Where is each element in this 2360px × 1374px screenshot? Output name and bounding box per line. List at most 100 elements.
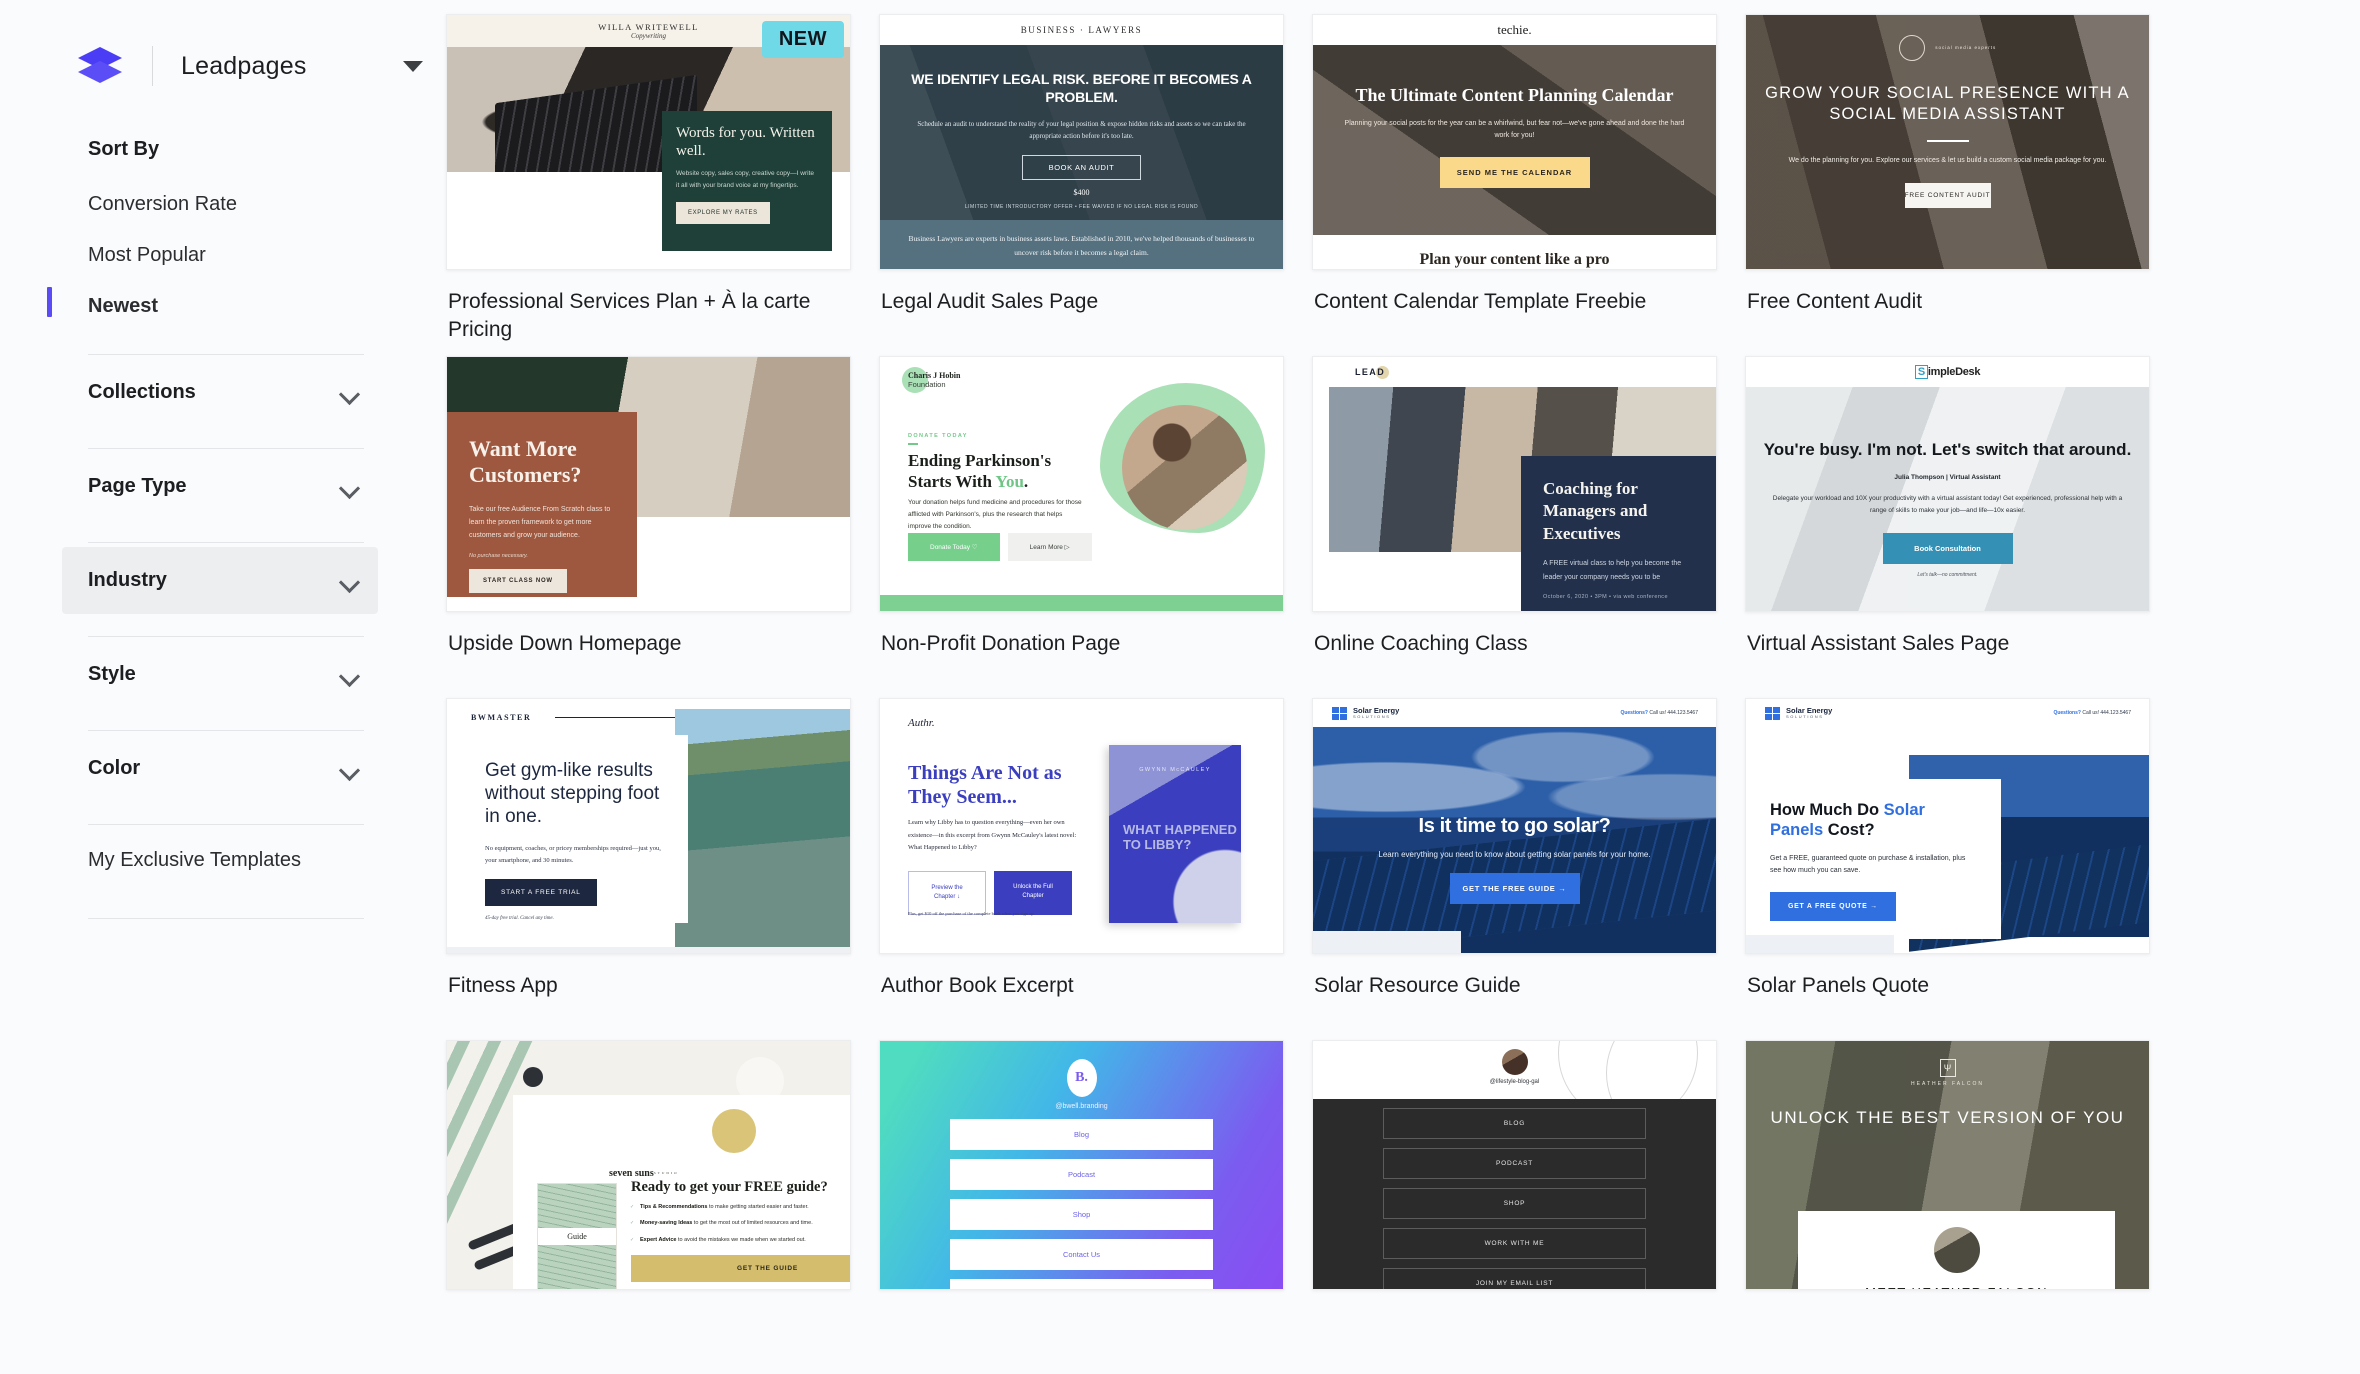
preview-phone: Questions? Call us! 444.123.5467 [2053,710,2131,716]
preview-logo: Charis J Hobin [908,371,960,380]
preview-headline: Get gym-like results without stepping fo… [485,759,666,829]
template-card[interactable]: social media experts GROW YOUR SOCIAL PR… [1745,14,2150,356]
template-title: Virtual Assistant Sales Page [1745,612,2150,698]
preview-logo: BWMASTER [471,713,531,722]
template-thumbnail[interactable]: seven sunsSTUDIO Guide Ready to get your… [446,1040,851,1290]
preview-avatar [1934,1227,1980,1273]
template-card[interactable]: NEW WILLA WRITEWELL Copywriting Words fo… [446,14,851,356]
template-card[interactable]: @lifestyle-blog-gal BLOG PODCAST SHOP WO… [1312,1040,1717,1290]
template-thumbnail[interactable]: BWMASTER Get gym-like results without st… [446,698,851,954]
preview-cta: EXPLORE MY RATES [676,202,770,224]
template-card[interactable]: Solar EnergySOLUTIONS Questions? Call us… [1745,698,2150,1040]
preview-handle: @bwell.branding [880,1103,1283,1110]
sidebar-item-my-exclusive-templates[interactable]: My Exclusive Templates [76,825,364,896]
preview-hero-panel: How Much Do Solar Panels Cost? Get a FRE… [1746,779,2001,939]
accordion-color[interactable]: Color [62,735,378,802]
template-thumbnail[interactable]: Ψ HEATHER FALCON UNLOCK THE BEST VERSION… [1745,1040,2150,1290]
preview-body: Your donation helps fund medicine and pr… [908,497,1083,533]
template-card[interactable]: SimpleDesk You're busy. I'm not. Let's s… [1745,356,2150,698]
preview-logo-icon [1331,706,1348,720]
template-thumbnail[interactable]: Authr. Things Are Not as They Seem... Le… [879,698,1284,954]
preview-logo-sub: Copywriting [631,32,666,40]
accordion-style[interactable]: Style [62,641,378,708]
caret-down-icon[interactable] [403,61,423,72]
template-card[interactable]: Want More Customers? Take our free Audie… [446,356,851,698]
template-thumbnail[interactable]: NEW WILLA WRITEWELL Copywriting Words fo… [446,14,851,270]
sort-option-conversion-rate[interactable]: Conversion Rate [76,179,364,230]
template-card[interactable]: Charis J Hobin Foundation DONATE TODAY E… [879,356,1284,698]
preview-cta-primary: Preview the Chapter ↓ [908,871,986,915]
preview-link: Contact Us [950,1239,1213,1270]
template-card[interactable]: Ψ HEATHER FALCON UNLOCK THE BEST VERSION… [1745,1040,2150,1290]
preview-headline: You're busy. I'm not. Let's switch that … [1746,439,2149,460]
preview-fine-print: Plus, get $10 off the purchase of the co… [908,911,1035,916]
preview-link: Blog [950,1119,1213,1150]
template-title: Content Calendar Template Freebie [1312,270,1717,356]
accordion-page-type[interactable]: Page Type [62,453,378,520]
template-title: Solar Resource Guide [1312,954,1717,1040]
template-card[interactable]: BUSINESS · LAWYERS Business Lawyers are … [879,14,1284,356]
template-card[interactable]: BWMASTER Get gym-like results without st… [446,698,851,1040]
accordion-label: Industry [74,569,167,592]
accordion-collections[interactable]: Collections [62,359,378,426]
preview-headline: Is it time to go solar? [1313,727,1716,838]
preview-note: No purchase necessary. [469,553,615,559]
template-card[interactable]: seven sunsSTUDIO Guide Ready to get your… [446,1040,851,1290]
divider [88,542,364,543]
preview-headline: Things Are Not as They Seem... [908,761,1088,810]
preview-fine-print: LIMITED TIME INTRODUCTORY OFFER • FEE WA… [880,204,1283,210]
preview-link: Join our Email List [950,1279,1213,1290]
preview-headline: Ending Parkinson's Starts With You. [908,451,1098,492]
preview-cta: BOOK AN AUDIT [1022,155,1142,180]
template-thumbnail[interactable]: Solar EnergySOLUTIONS Questions? Call us… [1312,698,1717,954]
template-title: Fitness App [446,954,851,1040]
template-thumbnail[interactable]: Solar EnergySOLUTIONS Questions? Call us… [1745,698,2150,954]
sort-option-most-popular[interactable]: Most Popular [76,230,364,281]
accordion-industry[interactable]: Industry [62,547,378,614]
template-thumbnail[interactable]: B. @bwell.branding Blog Podcast Shop Con… [879,1040,1284,1290]
template-thumbnail[interactable]: LEAD Coaching for Managers and Executive… [1312,356,1717,612]
preview-eyebrow: DONATE TODAY [908,433,968,439]
preview-logo: LEAD [1355,367,1385,377]
preview-photo [1122,405,1247,530]
chevron-down-icon [340,387,360,399]
template-card[interactable]: techie. Plan your content like a pro The… [1312,14,1717,356]
preview-cta: Book Consultation [1883,533,2013,564]
preview-logo-block: Charis J Hobin Foundation [908,371,960,389]
sidebar: Leadpages Sort By Conversion Rate Most P… [0,0,440,1374]
preview-book-cover: GWYNN McCAULEY WHAT HAPPENED TO LIBBY? [1109,745,1241,923]
preview-guide-label: Guide [538,1228,616,1245]
preview-link: PODCAST [1383,1148,1646,1179]
preview-link: BLOG [1383,1108,1646,1139]
template-thumbnail[interactable]: BUSINESS · LAWYERS Business Lawyers are … [879,14,1284,270]
template-title: Solar Panels Quote [1745,954,2150,1040]
template-card[interactable]: LEAD Coaching for Managers and Executive… [1312,356,1717,698]
template-thumbnail[interactable]: SimpleDesk You're busy. I'm not. Let's s… [1745,356,2150,612]
template-thumbnail[interactable]: @lifestyle-blog-gal BLOG PODCAST SHOP WO… [1312,1040,1717,1290]
template-card[interactable]: Solar EnergySOLUTIONS Questions? Call us… [1312,698,1717,1040]
preview-hero-panel: Get gym-like results without stepping fo… [463,735,688,923]
preview-logo-sub: Foundation [908,380,960,389]
preview-avatar [1502,1049,1528,1075]
preview-hero-panel: Words for you. Written well. Website cop… [662,111,832,251]
preview-book-author: GWYNN McCAULEY [1109,767,1241,773]
preview-section: MEET HEATHER FALCON [1798,1211,2115,1289]
preview-photo [675,709,850,953]
preview-logo: HEATHER FALCON [1746,1081,2149,1087]
sort-option-newest[interactable]: Newest [76,281,364,332]
preview-body: Website copy, sales copy, creative copy—… [676,168,818,191]
template-thumbnail[interactable]: Charis J Hobin Foundation DONATE TODAY E… [879,356,1284,612]
template-card[interactable]: Authr. Things Are Not as They Seem... Le… [879,698,1284,1040]
preview-headline: Ready to get your FREE guide? [631,1179,851,1196]
accordion-label: Collections [74,381,196,404]
template-thumbnail[interactable]: techie. Plan your content like a pro The… [1312,14,1717,270]
chevron-down-icon [340,669,360,681]
template-card[interactable]: B. @bwell.branding Blog Podcast Shop Con… [879,1040,1284,1290]
accordion-label: Style [74,663,136,686]
status-badge-new: NEW [762,21,844,58]
preview-logo-mark: Ψ [1940,1059,1956,1077]
preview-subheadline: MEET HEATHER FALCON [1798,1285,2115,1290]
brand-header[interactable]: Leadpages [0,0,440,96]
template-thumbnail[interactable]: social media experts GROW YOUR SOCIAL PR… [1745,14,2150,270]
template-thumbnail[interactable]: Want More Customers? Take our free Audie… [446,356,851,612]
